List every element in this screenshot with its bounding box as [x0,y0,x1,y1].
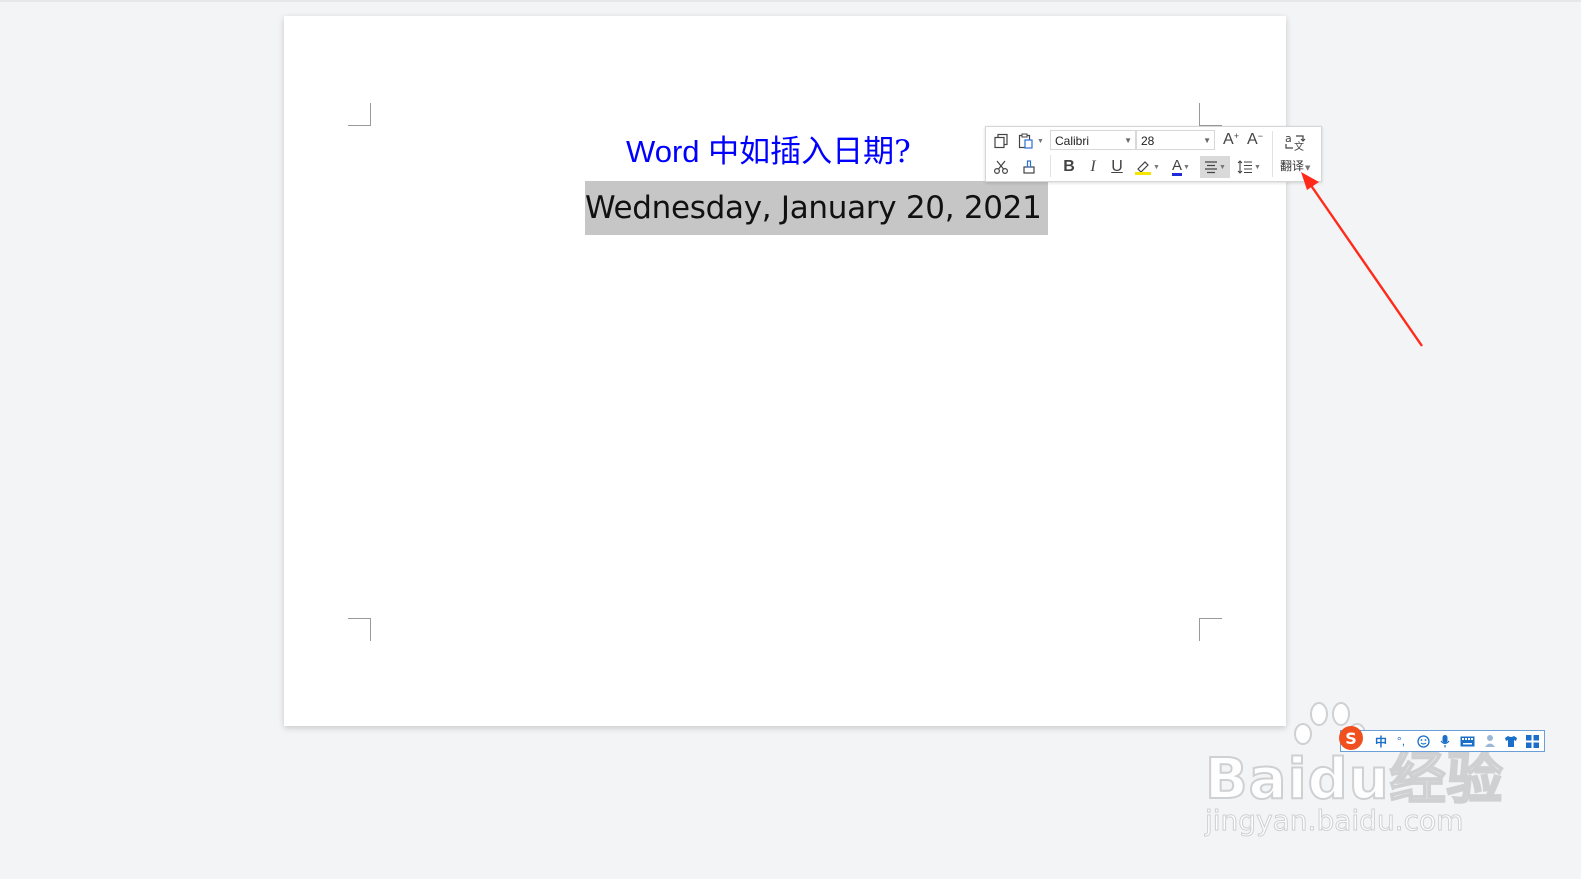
user-icon[interactable] [1483,733,1499,749]
font-color-button[interactable]: A ▼ [1166,156,1196,178]
italic-button[interactable]: I [1082,156,1104,178]
emoji-icon[interactable] [1415,733,1431,749]
chevron-down-icon: ▼ [1124,136,1132,145]
plus-icon: + [1233,131,1239,141]
underline-button[interactable]: U [1106,156,1128,178]
shrink-font-button[interactable]: A − [1245,129,1265,151]
toolbar-divider [1272,131,1273,177]
font-size-combo[interactable]: 28 ▼ [1136,130,1215,150]
svg-text:文: 文 [1294,140,1304,153]
microphone-icon[interactable] [1437,733,1453,749]
copy-icon[interactable] [990,130,1012,152]
sogou-logo-icon[interactable]: S [1339,726,1363,750]
selected-date-text[interactable]: Wednesday, January 20, 2021 [585,181,1048,235]
bold-button[interactable]: B [1058,156,1080,178]
ime-toolbar: S 中 °, [1339,726,1545,752]
ime-mode-toggle[interactable]: 中 [1373,733,1389,749]
margin-corner-top-right [1199,103,1222,126]
title-latin: Word [626,134,709,169]
highlight-button[interactable]: ▼ [1132,156,1162,178]
toolbar-divider [1050,155,1051,177]
minus-icon: − [1257,131,1263,141]
punctuation-icon[interactable]: °, [1393,733,1409,749]
document-page[interactable]: Word 中如插入日期? Wednesday, January 20, 2021 [284,16,1286,726]
shrink-font-icon: A [1247,131,1258,148]
margin-corner-top-left [348,103,371,126]
mini-toolbar: ▼ Calibri ▼ 28 ▼ A + A − a文 B I U ▼ A ▼ ▼ ▼ 翻… [985,126,1322,182]
font-name-combo[interactable]: Calibri ▼ [1050,130,1136,150]
document-title[interactable]: Word 中如插入日期? [626,132,911,172]
top-border [0,0,1581,2]
paste-icon[interactable]: ▼ [1016,130,1046,152]
translate-icon[interactable]: a文 [1282,131,1308,153]
baidu-watermark: Baidu经验 jingyan.baidu.com [1204,700,1505,850]
watermark-url: jingyan.baidu.com [1204,804,1464,838]
align-center-button[interactable]: ▼ [1200,156,1230,178]
grow-font-button[interactable]: A + [1221,129,1241,151]
font-name-value: Calibri [1055,134,1090,148]
format-painter-icon[interactable] [1018,156,1040,178]
chevron-down-icon: ▼ [1203,136,1211,145]
keyboard-icon[interactable] [1459,733,1475,749]
font-size-value: 28 [1141,134,1155,148]
svg-text:a: a [1285,132,1292,145]
margin-corner-bottom-left [348,618,371,641]
annotation-arrow [1301,172,1423,347]
font-color-icon: A [1172,157,1183,176]
title-cjk: 中如插入日期? [708,134,911,170]
skin-shirt-icon[interactable] [1503,733,1519,749]
cut-icon[interactable] [990,156,1012,178]
line-spacing-button[interactable]: ▼ [1234,156,1264,178]
toolbox-grid-icon[interactable] [1524,733,1540,749]
grow-font-icon: A [1223,131,1234,148]
margin-corner-bottom-right [1199,618,1222,641]
